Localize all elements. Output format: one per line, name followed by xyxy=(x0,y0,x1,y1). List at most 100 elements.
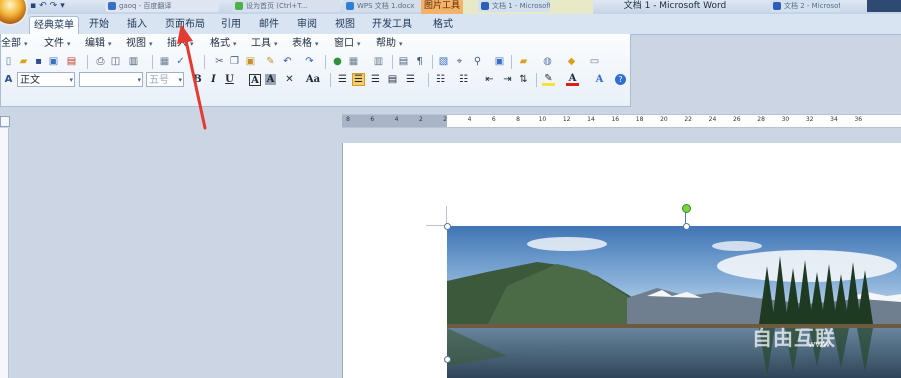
tab-page-layout[interactable]: 页面布局 xyxy=(162,16,208,34)
font-combo[interactable]: ▾ xyxy=(79,72,143,87)
new-document-icon[interactable]: ▯ xyxy=(2,55,15,68)
insert-table-icon[interactable]: ▦ xyxy=(347,55,360,68)
print-icon[interactable]: ⎙ xyxy=(94,55,107,68)
taskbar-tab[interactable]: gaoq - 百度翻译 xyxy=(105,0,219,12)
change-case-button[interactable]: Aa xyxy=(304,73,322,86)
show-hide-icon[interactable]: ¶ xyxy=(413,55,426,68)
increase-indent-icon[interactable]: ⇥ xyxy=(501,73,514,86)
ruler-number: 8 xyxy=(516,116,521,123)
tab-home[interactable]: 开始 xyxy=(84,16,114,34)
decrease-indent-icon[interactable]: ⇤ xyxy=(483,73,496,86)
menu-window[interactable]: 窗口 xyxy=(334,36,361,52)
customize-icon[interactable]: ▾ xyxy=(60,0,65,12)
justify-icon[interactable]: ▤ xyxy=(386,73,399,86)
hyperlink-icon[interactable]: ● xyxy=(331,55,344,68)
tab-view[interactable]: 视图 xyxy=(330,16,360,34)
taskbar-tab[interactable]: WPS 文档 1.docx xyxy=(343,0,429,12)
taskbar-tab[interactable]: 文档 1 - Microsoft... xyxy=(478,0,550,12)
chevron-down-icon: ▾ xyxy=(137,76,141,84)
align-right-icon[interactable]: ☰ xyxy=(369,73,382,86)
undo-icon[interactable]: ↶ xyxy=(39,0,47,12)
highlight-icon[interactable]: ✎ xyxy=(542,73,555,86)
print-preview-icon[interactable]: ◫ xyxy=(109,55,122,68)
format-painter-icon[interactable]: ✎ xyxy=(264,55,277,68)
align-center-icon[interactable]: ☰ xyxy=(352,73,365,86)
ruler-number: 36 xyxy=(854,116,863,123)
bold-button[interactable]: B xyxy=(191,73,204,86)
copy-icon[interactable]: ❐ xyxy=(228,55,241,68)
columns-icon[interactable]: ▤ xyxy=(397,55,410,68)
font-size-combo[interactable]: 五号 ▾ xyxy=(146,72,184,87)
tab-selector[interactable] xyxy=(0,116,10,127)
save-icon[interactable]: ▪ xyxy=(30,0,36,12)
underline-button[interactable]: U xyxy=(223,73,236,86)
export-pdf-icon[interactable]: ▤ xyxy=(65,55,78,68)
paste-icon[interactable]: ▣ xyxy=(244,55,257,68)
tab-review[interactable]: 审阅 xyxy=(292,16,322,34)
clear-formatting-icon[interactable]: ✕ xyxy=(283,73,296,86)
tab-mailings[interactable]: 邮件 xyxy=(254,16,284,34)
menu-table[interactable]: 表格 xyxy=(292,36,319,52)
resize-handle[interactable] xyxy=(444,223,451,230)
tab-insert[interactable]: 插入 xyxy=(122,16,152,34)
ruler-number: 34 xyxy=(830,116,838,123)
ribbon-tab-bar: 经典菜单 开始 插入 页面布局 引用 邮件 审阅 视图 开发工具 格式 xyxy=(0,14,901,35)
redo-icon[interactable]: ↷ xyxy=(50,0,58,12)
bullets-icon[interactable]: ☷ xyxy=(457,73,470,86)
resize-handle[interactable] xyxy=(444,356,451,363)
research-icon[interactable]: ▦ xyxy=(158,55,171,68)
undo-icon[interactable]: ↶ xyxy=(281,55,294,68)
reading-icon[interactable]: ⌖ xyxy=(453,55,466,68)
help-icon[interactable]: ? xyxy=(615,74,626,85)
toolbar-separator xyxy=(204,55,205,69)
menu-help[interactable]: 帮助 xyxy=(376,36,403,52)
italic-button[interactable]: I xyxy=(207,73,220,86)
taskbar-tab[interactable]: 文档 2 - Microsoft... xyxy=(770,0,840,12)
zoom-icon[interactable]: ⚲ xyxy=(471,55,484,68)
permission-icon[interactable]: ▣ xyxy=(47,55,60,68)
line-spacing-icon[interactable]: ☰ xyxy=(404,73,417,86)
menu-file[interactable]: 文件 xyxy=(44,36,71,52)
minimize-button[interactable] xyxy=(867,0,901,12)
sort-icon[interactable]: ⇅ xyxy=(517,73,530,86)
menu-format[interactable]: 格式 xyxy=(210,36,237,52)
ruler-number: 4 xyxy=(394,116,399,123)
menu-tools[interactable]: 工具 xyxy=(251,36,278,52)
options-icon[interactable]: ▭ xyxy=(588,55,601,68)
horizontal-ruler[interactable]: 8 6 4 2 2 4 6 8 10 12 14 16 18 20 22 24 26 28 30 32 34 36 xyxy=(342,114,901,128)
text-effects-icon[interactable]: A xyxy=(593,73,606,86)
save-icon[interactable]: ▪ xyxy=(32,55,45,68)
font-color-icon[interactable]: A xyxy=(566,73,579,86)
align-left-icon[interactable]: ☰ xyxy=(336,73,349,86)
style-combo[interactable]: 正文 ▾ xyxy=(17,72,75,87)
open-folder-icon[interactable]: ▰ xyxy=(17,55,30,68)
layout-view-icon[interactable]: ▥ xyxy=(127,55,140,68)
cut-icon[interactable]: ✂ xyxy=(213,55,226,68)
numbering-icon[interactable]: ☷ xyxy=(434,73,447,86)
spelling-check-icon[interactable]: ✓ xyxy=(174,55,187,68)
inserted-picture[interactable] xyxy=(447,226,901,378)
tab-developer[interactable]: 开发工具 xyxy=(368,16,416,34)
rotation-handle[interactable] xyxy=(682,204,691,213)
vertical-ruler[interactable] xyxy=(0,128,9,378)
document-map-icon[interactable]: ▧ xyxy=(437,55,450,68)
tab-references[interactable]: 引用 xyxy=(216,16,246,34)
folder-icon[interactable]: ▰ xyxy=(517,55,530,68)
resize-handle[interactable] xyxy=(683,223,690,230)
character-shading-button[interactable]: A xyxy=(265,74,276,85)
character-border-button[interactable]: A xyxy=(249,74,261,86)
redo-icon[interactable]: ↷ xyxy=(303,55,316,68)
tab-format[interactable]: 格式 xyxy=(426,16,460,34)
menu-all[interactable]: 全部 xyxy=(1,36,28,52)
full-screen-icon[interactable]: ▣ xyxy=(493,55,506,68)
globe-icon[interactable]: ◍ xyxy=(541,55,554,68)
menu-insert[interactable]: 插入 xyxy=(167,36,194,52)
styles-pane-icon[interactable]: A xyxy=(2,73,15,86)
menu-view[interactable]: 视图 xyxy=(126,36,153,52)
taskbar-tab[interactable]: 设为首页 (Ctrl+T... xyxy=(232,0,341,12)
tab-classic-menu[interactable]: 经典菜单 xyxy=(29,16,79,35)
styles-icon[interactable]: ◆ xyxy=(565,55,578,68)
menu-edit[interactable]: 编辑 xyxy=(85,36,112,52)
window-controls xyxy=(863,0,901,12)
insert-columns-icon[interactable]: ▥ xyxy=(372,55,385,68)
